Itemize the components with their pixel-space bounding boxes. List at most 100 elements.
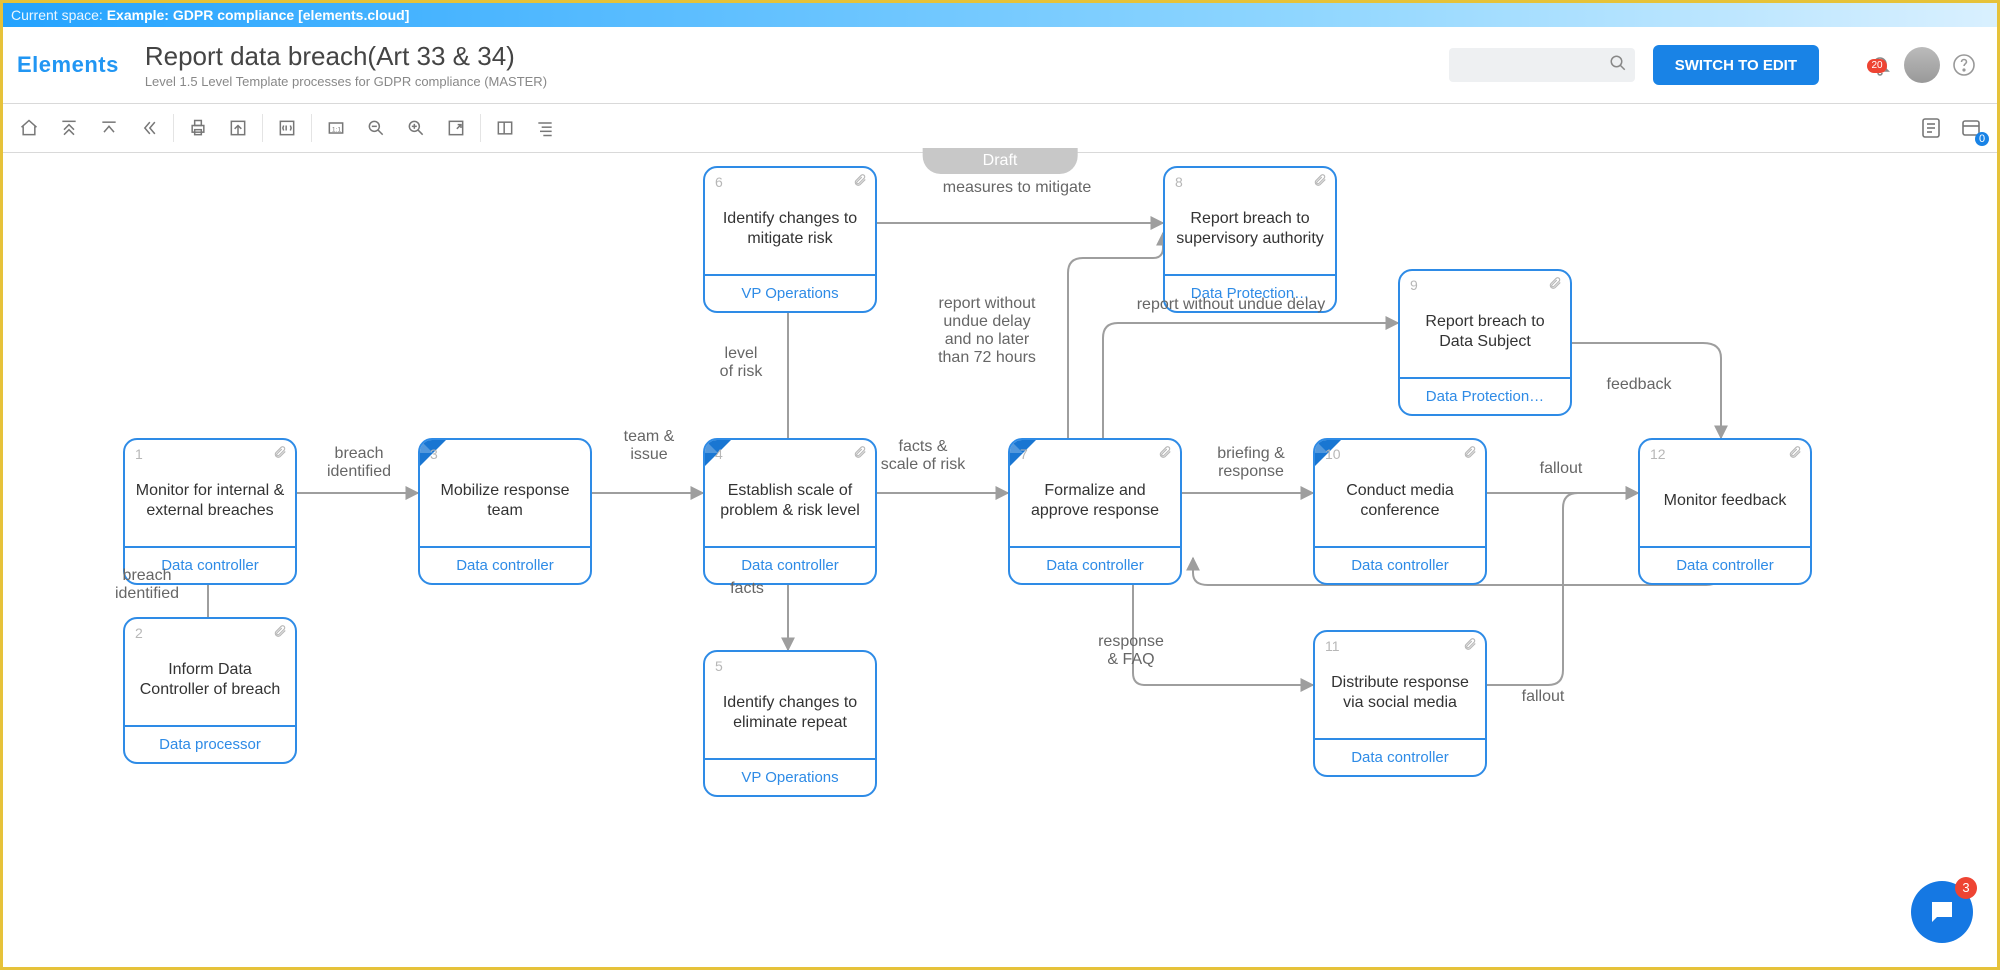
node-role[interactable]: Data controller [1640, 546, 1810, 583]
node-number: 1 [135, 446, 143, 462]
node-role[interactable]: Data controller [1315, 738, 1485, 775]
search-input[interactable] [1449, 48, 1635, 82]
node-label: Report breach to supervisory authority [1165, 168, 1335, 274]
node-number: 4 [715, 446, 723, 462]
attachments-panel-icon[interactable]: 0 [1951, 108, 1991, 148]
node-label: Report breach to Data Subject [1400, 271, 1570, 377]
edge-label: breach identified [115, 567, 179, 603]
process-node-2[interactable]: 2Inform Data Controller of breachData pr… [123, 617, 297, 764]
edge-label: breach identified [327, 445, 391, 481]
home-icon[interactable] [9, 108, 49, 148]
process-node-1[interactable]: 1Monitor for internal & external breache… [123, 438, 297, 585]
edge-label: facts [730, 580, 764, 598]
search-icon [1609, 54, 1627, 77]
process-node-4[interactable]: 4Establish scale of problem & risk level… [703, 438, 877, 585]
node-number: 11 [1325, 638, 1340, 654]
status-chip: Draft [923, 148, 1078, 174]
space-bar: Current space: Example: GDPR compliance … [3, 3, 1997, 27]
go-up-icon[interactable] [89, 108, 129, 148]
zoom-out-icon[interactable] [356, 108, 396, 148]
chat-fab[interactable]: 3 [1911, 881, 1973, 943]
edge-label: feedback [1607, 376, 1672, 394]
quote-icon[interactable] [267, 108, 307, 148]
switch-to-edit-button[interactable]: SWITCH TO EDIT [1653, 45, 1819, 85]
attachments-count-badge: 0 [1975, 132, 1989, 146]
space-bar-label: Current space: [11, 7, 107, 23]
space-bar-value: Example: GDPR compliance [elements.cloud… [107, 7, 410, 23]
process-node-11[interactable]: 11Distribute response via social mediaDa… [1313, 630, 1487, 777]
node-number: 8 [1175, 174, 1183, 190]
help-button[interactable] [1943, 53, 1985, 77]
toolbar: 1:1 0 [3, 104, 1997, 153]
page-subtitle: Level 1.5 Level Template processes for G… [145, 74, 547, 89]
notes-panel-icon[interactable] [1911, 108, 1951, 148]
process-node-5[interactable]: 5Identify changes to eliminate repeatVP … [703, 650, 877, 797]
node-label: Identify changes to eliminate repeat [705, 652, 875, 758]
process-node-8[interactable]: 8Report breach to supervisory authorityD… [1163, 166, 1337, 313]
edge-label: level of risk [720, 345, 763, 381]
notifications-button[interactable]: 20 [1859, 53, 1901, 77]
process-node-9[interactable]: 9Report breach to Data SubjectData Prote… [1398, 269, 1572, 416]
process-node-3[interactable]: 3Mobilize response teamData controller [418, 438, 592, 585]
edge-e7_9 [1103, 323, 1398, 438]
attachment-icon[interactable] [273, 444, 287, 465]
title-block: Report data breach(Art 33 & 34) Level 1.… [145, 41, 547, 89]
collapse-icon[interactable] [129, 108, 169, 148]
export-icon[interactable] [218, 108, 258, 148]
node-number: 9 [1410, 277, 1418, 293]
attachment-icon[interactable] [1548, 275, 1562, 296]
attachment-icon[interactable] [1788, 444, 1802, 465]
edge-label: report without undue delay [1137, 296, 1326, 314]
edge-label: report without undue delay and no later … [938, 295, 1036, 367]
node-role[interactable]: Data Protection… [1400, 377, 1570, 414]
node-role[interactable]: VP Operations [705, 274, 875, 311]
node-number: 3 [430, 446, 438, 462]
process-node-6[interactable]: 6Identify changes to mitigate riskVP Ope… [703, 166, 877, 313]
attachment-icon[interactable] [273, 623, 287, 644]
zoom-region-icon[interactable] [436, 108, 476, 148]
node-number: 12 [1650, 446, 1666, 462]
svg-text:1:1: 1:1 [332, 126, 342, 133]
node-number: 5 [715, 658, 723, 674]
node-role[interactable]: Data controller [705, 546, 875, 583]
print-icon[interactable] [178, 108, 218, 148]
edge-label: fallout [1522, 688, 1565, 706]
node-label: Monitor for internal & external breaches [125, 440, 295, 546]
process-node-10[interactable]: 10Conduct media conferenceData controlle… [1313, 438, 1487, 585]
edge-label: measures to mitigate [943, 179, 1092, 197]
split-view-icon[interactable] [485, 108, 525, 148]
node-role[interactable]: Data controller [420, 546, 590, 583]
go-top-icon[interactable] [49, 108, 89, 148]
attachment-icon[interactable] [853, 444, 867, 465]
app-header: Elements Report data breach(Art 33 & 34)… [3, 27, 1997, 104]
brand-logo[interactable]: Elements [15, 52, 137, 78]
user-avatar[interactable] [1901, 47, 1943, 83]
node-label: Distribute response via social media [1315, 632, 1485, 738]
attachment-icon[interactable] [1463, 444, 1477, 465]
edge-label: facts & scale of risk [881, 438, 965, 474]
attachment-icon[interactable] [1158, 444, 1172, 465]
edge-label: fallout [1540, 460, 1583, 478]
node-label: Identify changes to mitigate risk [705, 168, 875, 274]
edge-e7_8 [1068, 233, 1163, 438]
attachment-icon[interactable] [1313, 172, 1327, 193]
diagram-canvas[interactable]: Draft 1Monitor for internal & external b… [3, 153, 1997, 969]
node-role[interactable]: VP Operations [705, 758, 875, 795]
process-node-12[interactable]: 12Monitor feedbackData controller [1638, 438, 1812, 585]
attachment-icon[interactable] [853, 172, 867, 193]
node-number: 2 [135, 625, 143, 641]
process-node-7[interactable]: 7Formalize and approve responseData cont… [1008, 438, 1182, 585]
node-label: Inform Data Controller of breach [125, 619, 295, 725]
zoom-in-icon[interactable] [396, 108, 436, 148]
node-number: 7 [1020, 446, 1028, 462]
attachment-icon[interactable] [1463, 636, 1477, 657]
fit-icon[interactable]: 1:1 [316, 108, 356, 148]
chat-unread-badge: 3 [1955, 877, 1977, 899]
node-number: 10 [1325, 446, 1341, 462]
outline-view-icon[interactable] [525, 108, 565, 148]
edge-label: briefing & response [1217, 445, 1285, 481]
node-role[interactable]: Data controller [1010, 546, 1180, 583]
node-role[interactable]: Data processor [125, 725, 295, 762]
edge-label: response & FAQ [1098, 633, 1164, 669]
node-role[interactable]: Data controller [1315, 546, 1485, 583]
